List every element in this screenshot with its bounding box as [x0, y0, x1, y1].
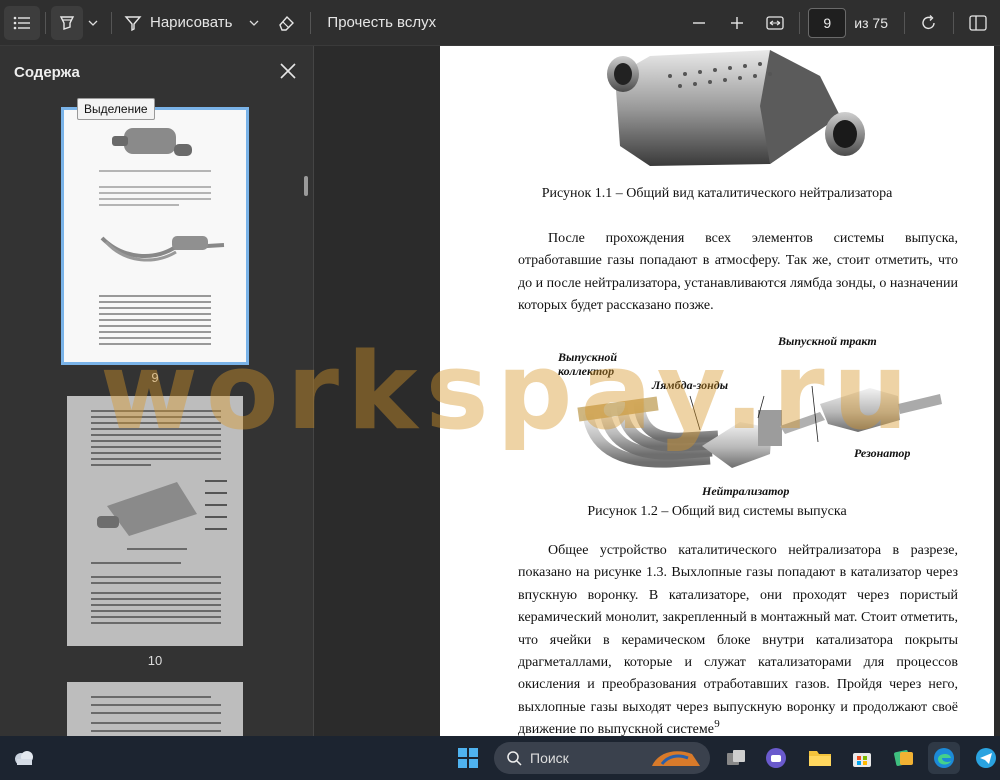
thumbnail-page-10[interactable] [67, 396, 243, 646]
label-lambda: Лямбда-зонды [652, 378, 729, 392]
contents-button[interactable] [4, 5, 40, 40]
eraser-button[interactable] [270, 6, 302, 40]
plus-icon [731, 16, 744, 29]
draw-label: Нарисовать [150, 14, 233, 31]
highlight-button[interactable] [51, 5, 83, 40]
page-number-input[interactable]: 9 [808, 7, 847, 38]
thumbnail-label-10: 10 [147, 653, 163, 668]
zoom-out-button[interactable] [683, 6, 715, 40]
list-icon [13, 16, 30, 29]
divider [904, 11, 905, 34]
photos-app-button[interactable] [888, 742, 920, 774]
windows-logo-icon [458, 748, 478, 768]
catalyst-thumb-image [99, 128, 225, 345]
contents-sidebar: Содержа 9 10 Выделение [0, 46, 314, 736]
thumb-10-content [91, 410, 227, 624]
start-button[interactable] [452, 742, 484, 774]
rotate-icon [922, 14, 935, 29]
close-icon [280, 63, 296, 79]
divider [45, 11, 46, 34]
divider [799, 11, 801, 34]
pdf-reader-app: Нарисовать Прочесть вслух 9 из 75 Содерж… [0, 0, 1000, 780]
divider [953, 11, 954, 34]
search-highlight-icon [652, 751, 700, 766]
draw-dropdown[interactable] [244, 6, 264, 40]
task-view-icon [727, 750, 745, 765]
chat-app-button[interactable] [760, 742, 792, 774]
paragraph-2: Общее устройство каталитического нейтрал… [518, 543, 958, 736]
exhaust-system-figure [577, 385, 942, 468]
label-collector-text: Выпускной коллектор [558, 350, 618, 378]
thumbnail-page-9[interactable] [61, 107, 249, 365]
toolbar: Нарисовать Прочесть вслух 9 из 75 [0, 0, 1000, 46]
taskbar-search[interactable]: Поиск [494, 742, 710, 774]
catalytic-converter-figure [607, 50, 865, 166]
sidebar-scrollbar[interactable] [304, 176, 308, 196]
highlight-dropdown[interactable] [83, 6, 103, 40]
sidebar-close-button[interactable] [277, 60, 299, 82]
telegram-button[interactable] [970, 742, 1000, 774]
figure-1-2-caption: Рисунок 1.2 – Общий вид системы выпуска [587, 504, 847, 519]
sidebar-title: Содержа [14, 64, 80, 81]
page-view-button[interactable] [962, 6, 994, 40]
photos-icon [894, 750, 913, 766]
rotate-button[interactable] [913, 6, 945, 40]
file-explorer-button[interactable] [804, 742, 836, 774]
paragraph-1: После прохождения всех элементов системы… [518, 231, 958, 314]
pen-icon [124, 15, 142, 31]
telegram-icon [976, 748, 996, 768]
chevron-down-icon [249, 20, 259, 26]
store-bag-icon [853, 753, 871, 767]
thumb-11-content [91, 696, 221, 732]
page-number: 9 [714, 718, 720, 730]
search-icon [507, 751, 522, 766]
read-aloud-button[interactable]: Прочесть вслух [319, 6, 444, 40]
document-viewport[interactable]: Рисунок 1.1 – Общий вид каталитического … [314, 46, 1000, 736]
chevron-down-icon [88, 20, 98, 26]
read-aloud-label: Прочесть вслух [327, 14, 437, 31]
label-resonator: Резонатор [854, 446, 911, 460]
thumbnail-page-11[interactable] [67, 682, 243, 736]
divider [310, 11, 312, 34]
draw-button[interactable]: Нарисовать [120, 6, 244, 40]
store-button[interactable] [846, 742, 878, 774]
total-pages: из 75 [854, 14, 888, 31]
highlighter-icon [59, 15, 75, 30]
label-tract: Выпускной тракт [778, 334, 877, 348]
cloud-icon [15, 751, 33, 765]
fit-width-icon [766, 15, 784, 30]
edge-browser-button[interactable] [928, 742, 960, 774]
minus-icon [693, 21, 706, 24]
task-view-button[interactable] [720, 742, 752, 774]
pdf-page: Рисунок 1.1 – Общий вид каталитического … [440, 46, 994, 736]
highlight-tooltip: Выделение [77, 98, 155, 120]
folder-icon [809, 751, 831, 766]
eraser-icon [279, 15, 295, 31]
label-neutralizer: Нейтрализатор [702, 484, 790, 498]
fit-width-button[interactable] [759, 6, 791, 40]
search-label: Поиск [530, 750, 569, 766]
label-collector: Выпускной коллектор [558, 350, 638, 378]
page-view-icon [969, 14, 987, 31]
edge-icon [934, 748, 954, 768]
zoom-in-button[interactable] [721, 6, 753, 40]
thumbnail-label-9: 9 [151, 370, 159, 385]
weather-widget[interactable] [8, 742, 40, 774]
figure-1-1-caption: Рисунок 1.1 – Общий вид каталитического … [541, 186, 893, 201]
divider [111, 11, 112, 34]
chat-icon [766, 748, 786, 768]
